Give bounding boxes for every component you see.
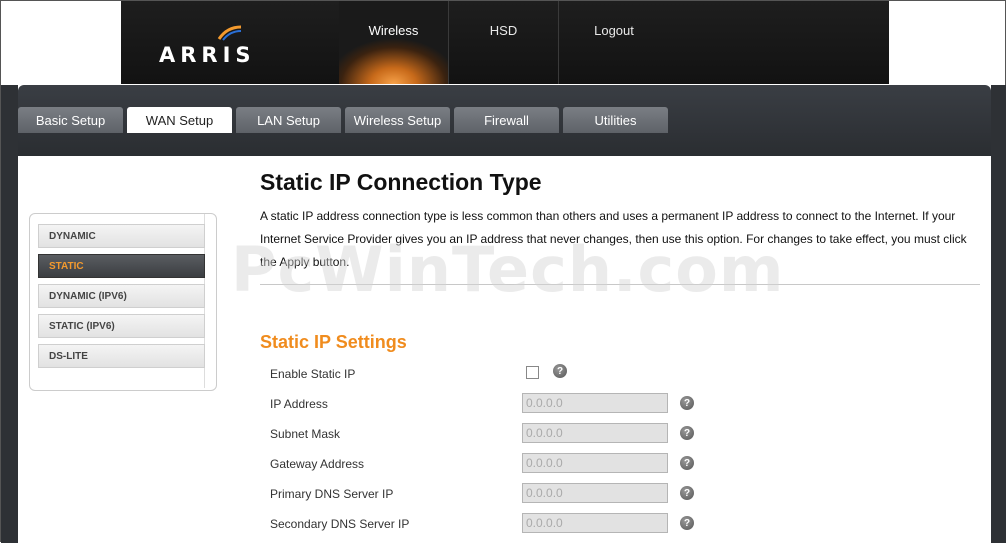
top-nav-wireless[interactable]: Wireless — [339, 1, 449, 84]
top-banner: ARRIS Wireless HSD Logout — [121, 1, 889, 84]
tab-lan-setup[interactable]: LAN Setup — [236, 107, 341, 133]
gateway-address-input[interactable] — [522, 453, 668, 473]
ip-address-row: IP Address — [270, 393, 522, 415]
enable-static-ip-checkbox[interactable] — [526, 366, 539, 379]
secondary-dns-input[interactable] — [522, 513, 668, 533]
page-description: A static IP address connection type is l… — [260, 209, 967, 269]
help-icon[interactable]: ? — [680, 516, 694, 530]
top-nav-hsd[interactable]: HSD — [449, 1, 559, 84]
side-nav-item-static[interactable]: STATIC — [38, 254, 205, 278]
top-nav-logout[interactable]: Logout — [559, 1, 669, 84]
ip-address-label: IP Address — [270, 397, 328, 411]
enable-static-ip-row: Enable Static IP — [270, 363, 522, 385]
primary-dns-label: Primary DNS Server IP — [270, 487, 394, 501]
primary-dns-input[interactable] — [522, 483, 668, 503]
divider — [260, 284, 980, 285]
subnet-mask-row: Subnet Mask — [270, 423, 522, 445]
arris-logo: ARRIS — [159, 43, 256, 67]
tab-wireless-setup[interactable]: Wireless Setup — [345, 107, 450, 133]
tab-firewall[interactable]: Firewall — [454, 107, 559, 133]
ip-address-input[interactable] — [522, 393, 668, 413]
secondary-dns-label: Secondary DNS Server IP — [270, 517, 410, 531]
side-nav-item-ds-lite[interactable]: DS-LITE — [38, 344, 205, 368]
logo-swoosh-icon — [217, 25, 242, 41]
tab-utilities[interactable]: Utilities — [563, 107, 668, 133]
subnet-mask-label: Subnet Mask — [270, 427, 341, 441]
side-nav-item-static-ipv6[interactable]: STATIC (IPV6) — [38, 314, 205, 338]
side-nav: DYNAMIC STATIC DYNAMIC (IPV6) STATIC (IP… — [29, 213, 217, 391]
top-nav: Wireless HSD Logout — [339, 1, 669, 84]
left-frame — [1, 85, 18, 543]
tab-wan-setup[interactable]: WAN Setup — [127, 107, 232, 133]
help-icon[interactable]: ? — [680, 486, 694, 500]
help-icon[interactable]: ? — [680, 426, 694, 440]
side-nav-item-dynamic-ipv6[interactable]: DYNAMIC (IPV6) — [38, 284, 205, 308]
tab-bar: Basic Setup WAN Setup LAN Setup Wireless… — [18, 107, 668, 133]
help-icon[interactable]: ? — [680, 456, 694, 470]
primary-dns-row: Primary DNS Server IP — [270, 483, 522, 505]
tab-basic-setup[interactable]: Basic Setup — [18, 107, 123, 133]
gateway-address-label: Gateway Address — [270, 457, 365, 471]
page-title: Static IP Connection Type — [260, 169, 542, 195]
help-icon[interactable]: ? — [680, 396, 694, 410]
side-nav-item-dynamic[interactable]: DYNAMIC — [38, 224, 205, 248]
help-icon[interactable]: ? — [553, 364, 567, 378]
secondary-dns-row: Secondary DNS Server IP — [270, 513, 522, 535]
enable-static-ip-label: Enable Static IP — [270, 367, 356, 381]
subnet-mask-input[interactable] — [522, 423, 668, 443]
right-frame — [991, 85, 1006, 543]
gateway-address-row: Gateway Address — [270, 453, 522, 475]
section-title: Static IP Settings — [260, 332, 407, 352]
